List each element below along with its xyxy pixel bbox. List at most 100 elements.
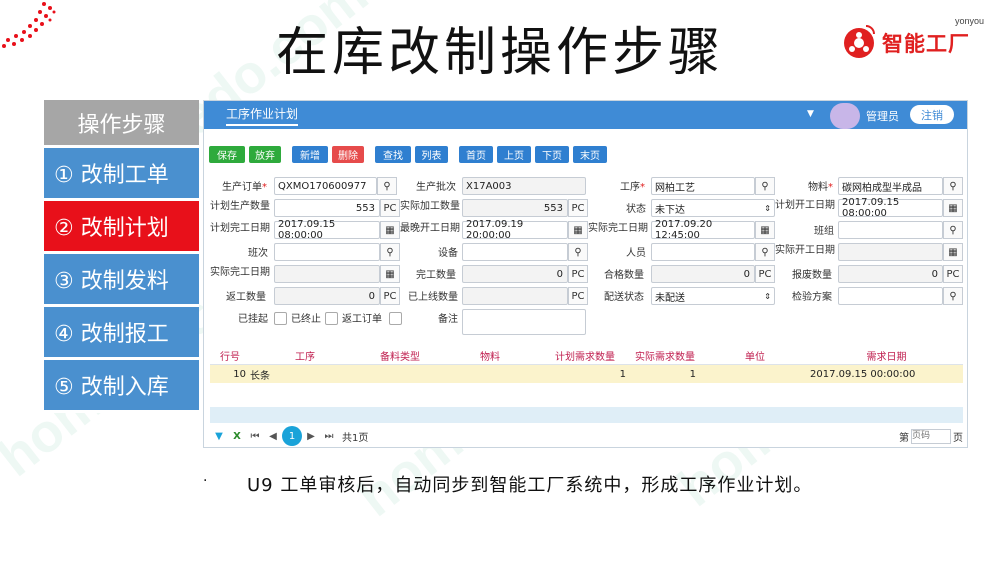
rework-qty-field[interactable]: 0 — [274, 287, 380, 305]
search-icon[interactable]: ⚲ — [943, 221, 963, 239]
search-icon[interactable]: ⚲ — [755, 177, 775, 195]
column-header[interactable]: 需求日期 — [810, 347, 963, 364]
suspended-label: 已挂起 — [238, 314, 268, 325]
avatar[interactable] — [830, 103, 860, 129]
search-icon[interactable]: ⚲ — [943, 177, 963, 195]
calendar-icon[interactable]: ▦ — [380, 221, 400, 239]
scrap-qty-label: 报废数量 — [792, 270, 832, 281]
first-page-icon[interactable]: ⏮ — [246, 427, 264, 445]
column-header[interactable]: 物料 — [440, 347, 540, 364]
actual-end-label: 实际完工日期 — [588, 223, 648, 234]
next-page-button[interactable]: 下页 — [535, 146, 569, 163]
step-item-3[interactable]: ③ 改制发料 — [44, 254, 199, 307]
material-field[interactable]: 碳网柏成型半成品 — [838, 177, 943, 195]
team-field[interactable] — [838, 221, 943, 239]
column-header[interactable]: 备料类型 — [360, 347, 440, 364]
plan-end-field[interactable]: 2017.09.15 08:00:00 — [274, 219, 380, 241]
actual-end-field[interactable]: 2017.09.20 12:45:00 — [651, 219, 755, 241]
last-page-icon[interactable]: ⏭ — [320, 427, 338, 445]
actual-qty-field[interactable]: 553 — [462, 199, 568, 217]
current-page[interactable]: 1 — [282, 426, 302, 446]
unit-label: PC — [568, 265, 588, 283]
actual-start-field[interactable] — [838, 243, 943, 261]
table-row[interactable]: 10 长条 1 1 2017.09.15 00:00:00 — [210, 365, 963, 383]
table-cell: 长条 — [250, 370, 270, 382]
chevron-down-icon[interactable]: ▼ — [807, 109, 814, 119]
step-item-1[interactable]: ① 改制工单 — [44, 148, 199, 201]
prev-page-icon[interactable]: ◀ — [264, 427, 282, 445]
excel-export-icon[interactable]: X — [228, 427, 246, 445]
column-header[interactable]: 工序 — [250, 347, 360, 364]
unit-label: PC — [568, 287, 588, 305]
goto-page-input[interactable] — [911, 428, 951, 444]
step-item-5[interactable]: ⑤ 改制入库 — [44, 360, 199, 413]
online-qty-field[interactable] — [462, 287, 568, 305]
next-page-icon[interactable]: ▶ — [302, 427, 320, 445]
rework-qty-label: 返工数量 — [226, 292, 266, 303]
goto-prefix: 第 — [899, 432, 909, 444]
delivery-select[interactable]: 未配送 ⇕ — [651, 287, 775, 305]
calendar-icon[interactable]: ▦ — [568, 221, 588, 239]
save-button[interactable]: 保存 — [209, 146, 245, 163]
scrap-qty-field[interactable]: 0 — [838, 265, 943, 283]
brand-top-text: yonyou — [954, 16, 984, 26]
tab-process-plan[interactable]: 工序作业计划 — [226, 105, 299, 126]
actual-done-field[interactable] — [274, 265, 380, 283]
process-label: 工序* — [620, 182, 645, 193]
inspect-field[interactable] — [838, 287, 943, 305]
calendar-icon[interactable]: ▦ — [943, 243, 963, 261]
last-page-button[interactable]: 末页 — [573, 146, 607, 163]
status-select[interactable]: 未下达 ⇕ — [651, 199, 775, 217]
filter-icon[interactable]: ▼ — [210, 427, 228, 445]
column-header[interactable]: 计划需求数量 — [540, 347, 630, 364]
unit-label: PC — [755, 265, 775, 283]
search-icon[interactable]: ⚲ — [380, 243, 400, 261]
app-window: 工序作业计划 ▼ 管理员 注销 保存 放弃 新增 删除 查找 列表 首页 上页 … — [203, 100, 968, 448]
rework-order-label: 返工订单 — [342, 314, 382, 325]
search-icon[interactable]: ⚲ — [377, 177, 397, 195]
delete-button[interactable]: 删除 — [332, 146, 364, 163]
remark-label: 备注 — [438, 314, 458, 325]
search-button[interactable]: 查找 — [375, 146, 411, 163]
plan-qty-field[interactable]: 553 — [274, 199, 380, 217]
suspended-checkbox[interactable] — [274, 312, 287, 325]
first-page-button[interactable]: 首页 — [459, 146, 493, 163]
done-qty-field[interactable]: 0 — [462, 265, 568, 283]
list-button[interactable]: 列表 — [415, 146, 448, 163]
column-header[interactable]: 实际需求数量 — [630, 347, 700, 364]
process-field[interactable]: 网柏工艺 — [651, 177, 755, 195]
search-icon[interactable]: ⚲ — [568, 243, 588, 261]
column-header[interactable]: 单位 — [700, 347, 810, 364]
calendar-icon[interactable]: ▦ — [755, 221, 775, 239]
ok-qty-field[interactable]: 0 — [651, 265, 755, 283]
unit-label: PC — [380, 287, 400, 305]
remark-textarea[interactable] — [462, 309, 586, 335]
brand-logo: yonyou 智能工厂 — [840, 16, 990, 60]
latest-start-label: 最晚开工日期 — [400, 223, 460, 234]
step-item-4[interactable]: ④ 改制报工 — [44, 307, 199, 360]
search-icon[interactable]: ⚲ — [943, 287, 963, 305]
horizontal-scrollbar[interactable] — [210, 407, 963, 423]
prev-page-button[interactable]: 上页 — [497, 146, 531, 163]
search-icon[interactable]: ⚲ — [755, 243, 775, 261]
person-field[interactable] — [651, 243, 755, 261]
column-header[interactable]: 行号 — [210, 347, 250, 364]
calendar-icon[interactable]: ▦ — [380, 265, 400, 283]
plan-end-label: 计划完工日期 — [210, 223, 270, 234]
unit-label: PC — [568, 199, 588, 217]
order-field[interactable]: QXMO170600977 — [274, 177, 377, 195]
batch-field[interactable]: X17A003 — [462, 177, 586, 195]
rework-order-checkbox[interactable] — [389, 312, 402, 325]
page-total: 共1页 — [342, 432, 369, 444]
discard-button[interactable]: 放弃 — [249, 146, 281, 163]
shift-field[interactable] — [274, 243, 380, 261]
device-field[interactable] — [462, 243, 568, 261]
ended-checkbox[interactable] — [325, 312, 338, 325]
calendar-icon[interactable]: ▦ — [943, 199, 963, 217]
logout-button[interactable]: 注销 — [910, 105, 954, 124]
step-item-2[interactable]: ② 改制计划 — [44, 201, 199, 254]
add-button[interactable]: 新增 — [292, 146, 328, 163]
plan-start-field[interactable]: 2017.09.15 08:00:00 — [838, 197, 943, 219]
latest-start-field[interactable]: 2017.09.19 20:00:00 — [462, 219, 568, 241]
actual-qty-label: 实际加工数量 — [400, 201, 460, 212]
